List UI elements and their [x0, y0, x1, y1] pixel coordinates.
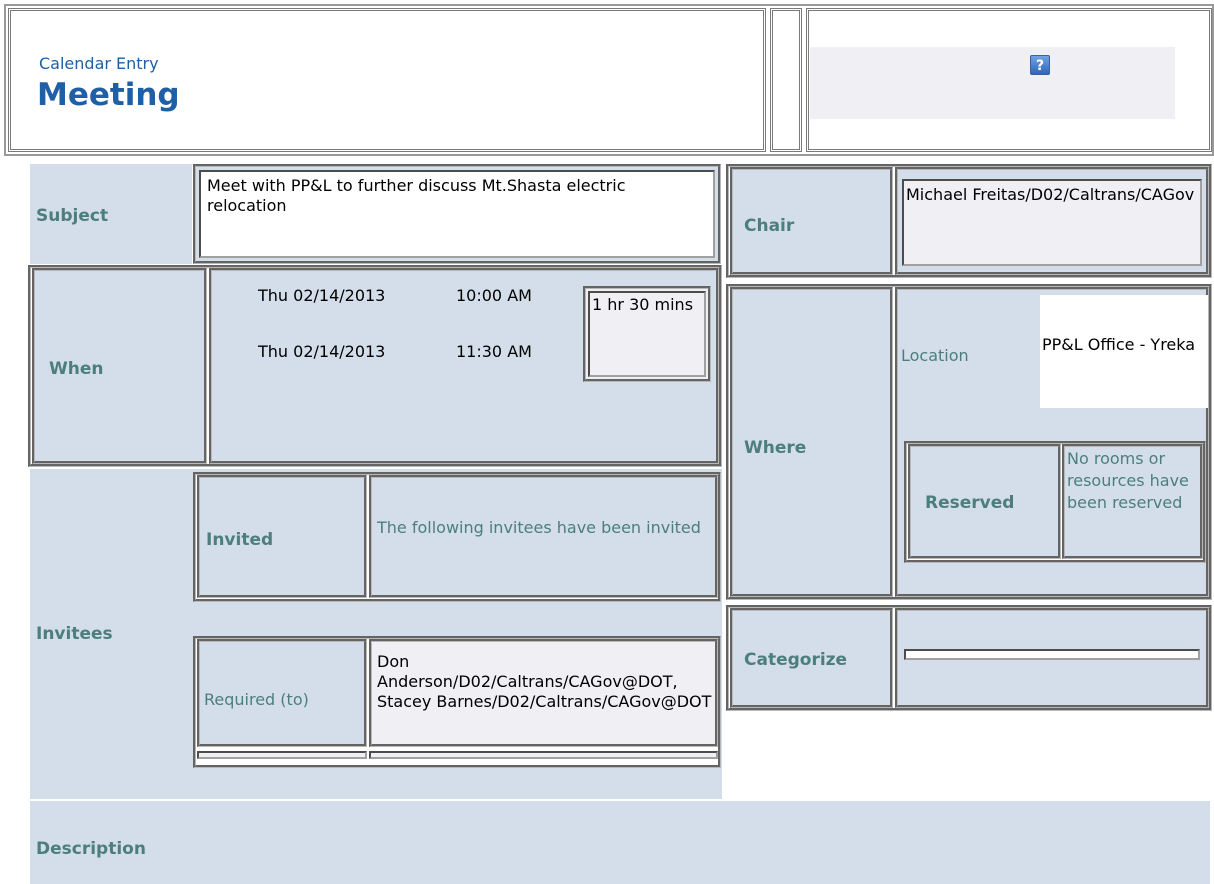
- required-label-footer: [197, 751, 367, 759]
- subject-field-frame: Meet with PP&L to further discuss Mt.Sha…: [193, 164, 721, 264]
- reserved-label-cell: Reserved: [908, 444, 1061, 559]
- categorize-field[interactable]: [904, 649, 1200, 660]
- start-date[interactable]: Thu 02/14/2013: [258, 286, 385, 306]
- header-title-panel: Calendar Entry Meeting: [8, 8, 766, 152]
- when-label: When: [49, 359, 104, 379]
- chair-field[interactable]: Michael Freitas/D02/Caltrans/CAGov: [902, 179, 1202, 266]
- where-label: Where: [744, 438, 807, 458]
- reserved-text: No rooms or resources have been reserved: [1067, 449, 1189, 512]
- reserved-label: Reserved: [925, 493, 1015, 513]
- description-label-cell: Description: [30, 801, 192, 884]
- chair-label-cell: Chair: [730, 167, 893, 275]
- duration-value: 1 hr 30 mins: [592, 295, 694, 314]
- location-value: PP&L Office - Yreka: [1042, 335, 1196, 354]
- invited-text: The following invitees have been invited: [377, 518, 701, 537]
- form-type-label: Calendar Entry: [39, 54, 159, 73]
- start-time[interactable]: 10:00 AM: [456, 286, 532, 306]
- duration-frame: 1 hr 30 mins: [583, 286, 711, 382]
- reserved-text-cell: No rooms or resources have been reserved: [1062, 444, 1203, 559]
- categorize-label: Categorize: [744, 650, 848, 670]
- header-spacer-panel: [770, 8, 802, 152]
- required-label-cell: Required (to): [197, 639, 367, 747]
- help-area: [810, 47, 1175, 119]
- subject-label: Subject: [36, 206, 109, 226]
- required-value: Don Anderson/D02/Caltrans/CAGov@DOT, Sta…: [377, 652, 712, 711]
- categorize-field-frame: [895, 608, 1209, 708]
- where-values-cell: Location PP&L Office - Yreka Reserved No…: [895, 287, 1209, 597]
- categorize-label-cell: Categorize: [730, 608, 893, 708]
- location-field[interactable]: PP&L Office - Yreka: [1040, 295, 1208, 408]
- page-title: Meeting: [37, 77, 180, 113]
- required-label: Required (to): [204, 690, 309, 709]
- help-question-icon[interactable]: ?: [1030, 55, 1050, 75]
- required-field[interactable]: Don Anderson/D02/Caltrans/CAGov@DOT, Sta…: [369, 639, 718, 747]
- subject-value: Meet with PP&L to further discuss Mt.Sha…: [207, 176, 626, 215]
- chair-value: Michael Freitas/D02/Caltrans/CAGov: [906, 185, 1195, 204]
- when-label-cell: When: [32, 268, 207, 464]
- location-label: Location: [901, 346, 969, 365]
- subject-label-cell: Subject: [30, 164, 192, 264]
- end-time[interactable]: 11:30 AM: [456, 342, 532, 362]
- description-field[interactable]: [192, 801, 1210, 884]
- end-date[interactable]: Thu 02/14/2013: [258, 342, 385, 362]
- subject-field[interactable]: Meet with PP&L to further discuss Mt.Sha…: [199, 170, 715, 258]
- invited-label: Invited: [206, 530, 274, 550]
- invited-text-cell: The following invitees have been invited: [369, 475, 718, 598]
- duration-field[interactable]: 1 hr 30 mins: [588, 291, 706, 377]
- when-values-cell: Thu 02/14/2013 10:00 AM Thu 02/14/2013 1…: [209, 268, 719, 464]
- where-label-cell: Where: [730, 287, 893, 597]
- chair-label: Chair: [744, 216, 795, 236]
- invited-label-cell: Invited: [197, 475, 367, 598]
- chair-field-frame: Michael Freitas/D02/Caltrans/CAGov: [895, 167, 1209, 275]
- header-help-panel: ?: [806, 8, 1212, 152]
- required-field-footer: [369, 751, 718, 759]
- invitees-label: Invitees: [36, 624, 113, 644]
- description-label: Description: [36, 839, 146, 859]
- invitees-label-cell: Invitees: [30, 469, 192, 799]
